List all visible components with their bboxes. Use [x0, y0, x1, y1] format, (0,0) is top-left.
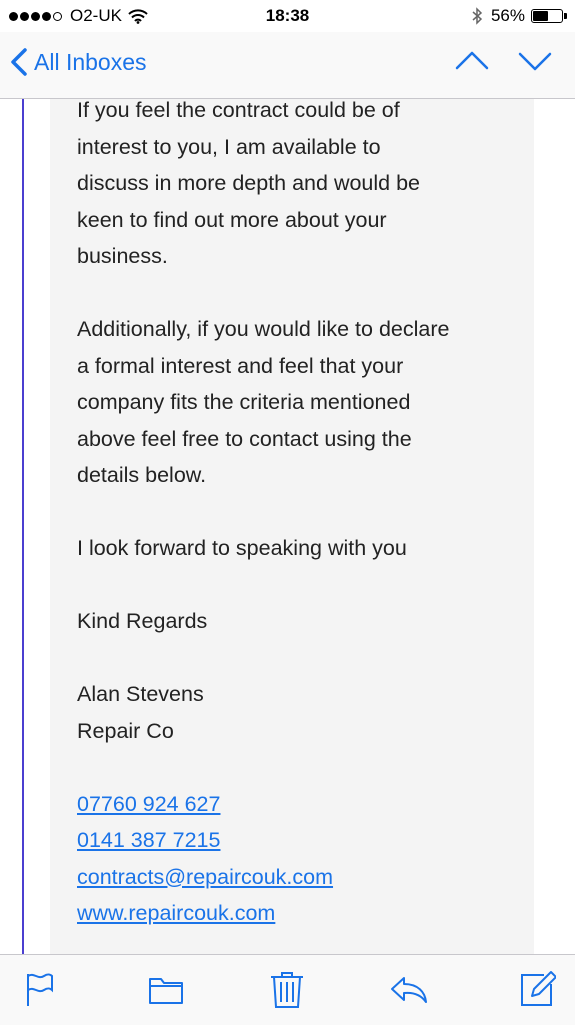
previous-message-button[interactable] [454, 50, 490, 77]
mobile-phone-link[interactable]: 07760 924 627 [77, 792, 220, 816]
back-button[interactable]: All Inboxes [10, 47, 147, 77]
website-link[interactable]: www.repaircouk.com [77, 901, 275, 925]
reply-button[interactable] [388, 970, 430, 1013]
delete-button[interactable] [268, 970, 306, 1015]
paragraph-line: above feel free to contact using the [77, 426, 412, 451]
back-button-label: All Inboxes [34, 48, 147, 75]
paragraph-line: company fits the criteria mentioned [77, 390, 411, 414]
sender-company: Repair Co [77, 718, 174, 743]
paragraph-line: keen to find out more about your [77, 207, 387, 232]
closing-line: I look forward to speaking with you [77, 536, 407, 560]
sender-name: Alan Stevens [77, 682, 204, 706]
navigation-bar: All Inboxes [0, 32, 575, 99]
battery-percentage: 56% [490, 6, 525, 25]
paragraph-line: Additionally, if you would like to decla… [77, 317, 450, 341]
paragraph-line: discuss in more depth and would be [77, 171, 421, 195]
flag-button[interactable] [22, 970, 56, 1013]
email-link[interactable]: contracts@repaircouk.com [77, 865, 333, 889]
folder-icon [149, 978, 183, 1004]
paragraph-line: business. [77, 244, 168, 268]
flag-icon [27, 973, 53, 1006]
paragraph-line: details below. [77, 463, 207, 487]
battery-info: 56% [471, 6, 567, 26]
reply-icon [391, 977, 427, 1003]
bottom-toolbar [0, 954, 575, 1025]
paragraph-line: a formal interest and feel that your [77, 353, 404, 378]
bluetooth-icon [472, 7, 483, 25]
paragraph-line: interest to you, I am available to [77, 134, 381, 159]
paragraph-line: If you feel the contract could be of [77, 99, 400, 122]
sign-off: Kind Regards [77, 609, 208, 633]
chevron-up-icon [455, 51, 489, 70]
next-message-button[interactable] [517, 50, 553, 77]
battery-icon [531, 9, 563, 23]
move-to-folder-button[interactable] [146, 970, 186, 1013]
quote-bar [22, 99, 24, 954]
landline-phone-link[interactable]: 0141 387 7215 [77, 828, 220, 852]
compose-icon [521, 971, 557, 1006]
message-text: If you feel the contract could be of int… [77, 99, 537, 932]
status-bar: O2-UK 18:38 56% [0, 0, 575, 32]
compose-button[interactable] [518, 970, 557, 1013]
chevron-down-icon [518, 52, 552, 71]
trash-icon [271, 972, 303, 1008]
chevron-left-icon [11, 48, 27, 76]
message-body[interactable]: If you feel the contract could be of int… [0, 99, 575, 954]
